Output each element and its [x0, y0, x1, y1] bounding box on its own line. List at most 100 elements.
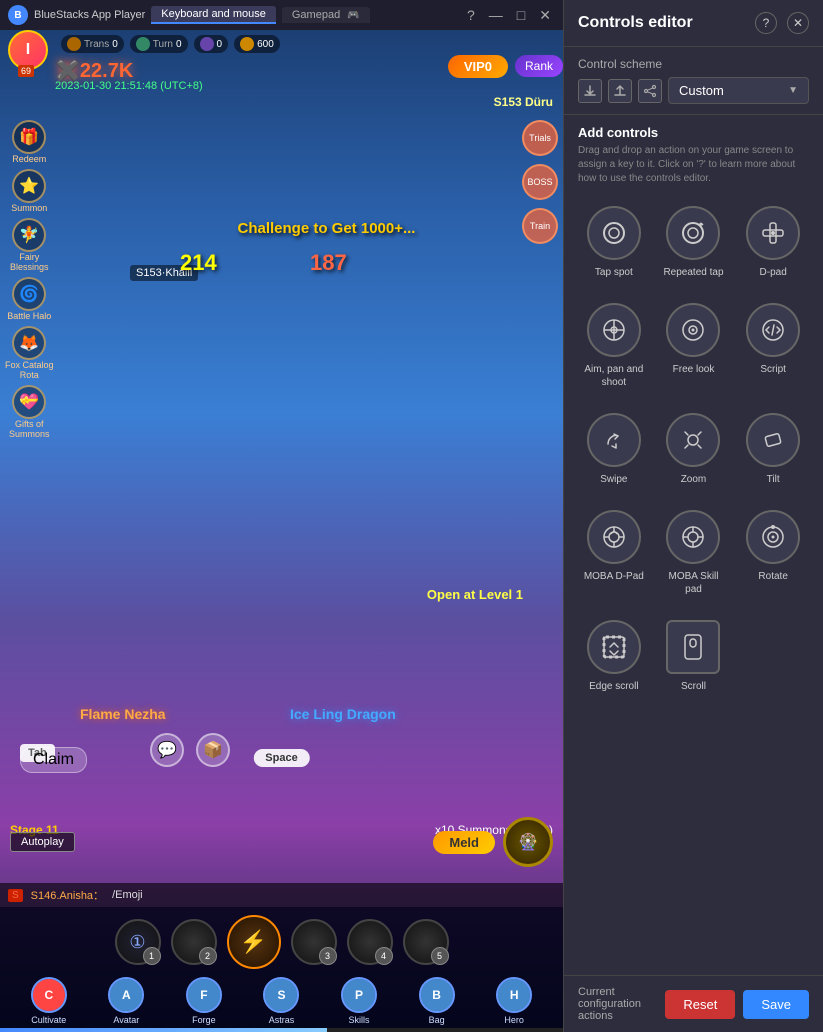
control-tap-spot[interactable]: Tap spot — [578, 198, 650, 287]
turn-resource: Turn 0 — [130, 35, 188, 53]
footer-label: Current configuration actions — [578, 986, 657, 1022]
space-key[interactable]: Space — [253, 749, 309, 767]
meld-button[interactable]: Meld — [433, 831, 495, 854]
hero-icon: H — [496, 977, 532, 1013]
edge-scroll-label: Edge scroll — [589, 680, 638, 693]
tab-keyboard[interactable]: Keyboard and mouse — [151, 6, 276, 24]
nav-skills[interactable]: P Skills — [341, 977, 377, 1025]
skill-4[interactable]: 4 — [347, 919, 393, 965]
share-icon[interactable] — [638, 79, 662, 103]
panel-header: Controls editor ? ✕ — [564, 0, 823, 47]
level-badge: 69 — [18, 65, 34, 77]
chat-server-label: S146.Anisha： — [31, 887, 104, 903]
skill-key-5: 5 — [431, 947, 449, 965]
battle-numbers2: 187 — [310, 250, 347, 276]
nav-cultivate[interactable]: C Cultivate — [31, 977, 67, 1025]
train-button[interactable]: Train — [522, 208, 558, 244]
nav-fairy-blessings[interactable]: 🧚 FairyBlessings — [5, 218, 54, 272]
control-moba-d-pad[interactable]: MOBA D-Pad — [578, 502, 650, 604]
gifts-icon: 💝 — [12, 385, 46, 419]
control-moba-skill-pad[interactable]: MOBA Skill pad — [658, 502, 730, 604]
avatar-icon: A — [108, 977, 144, 1013]
restore-button[interactable]: □ — [513, 7, 529, 23]
control-rotate[interactable]: Rotate — [737, 502, 809, 604]
tilt-label: Tilt — [767, 473, 780, 486]
zoom-label: Zoom — [681, 473, 707, 486]
close-panel-btn[interactable]: ✕ — [787, 12, 809, 34]
claim-button[interactable]: Claim — [20, 747, 87, 773]
skill-1[interactable]: ① 1 — [115, 919, 161, 965]
close-button[interactable]: ✕ — [535, 7, 555, 24]
ice-label: Ice Ling Dragon — [290, 706, 396, 722]
scheme-dropdown[interactable]: Custom ▼ — [668, 77, 809, 104]
cultivate-icon: C — [31, 977, 67, 1013]
control-zoom[interactable]: Zoom — [658, 405, 730, 494]
control-scroll[interactable]: Scroll — [658, 612, 730, 701]
app-name: BlueStacks App Player — [34, 9, 145, 21]
chat-icons: 💬 📦 — [150, 733, 230, 767]
chat-badge: S — [8, 889, 23, 902]
progress-fill — [0, 1028, 327, 1032]
nav-hero[interactable]: H Hero — [496, 977, 532, 1025]
avatar[interactable]: I — [8, 30, 48, 70]
mail-icon[interactable]: 📦 — [196, 733, 230, 767]
autoplay-button[interactable]: Autoplay — [10, 832, 75, 852]
help-button[interactable]: ? — [463, 7, 479, 23]
scroll-icon — [666, 620, 720, 674]
panel-header-icons: ? ✕ — [755, 12, 809, 34]
swipe-label: Swipe — [600, 473, 627, 486]
progress-bar — [0, 1028, 563, 1032]
battle-halo-icon: 🌀 — [12, 277, 46, 311]
control-free-look[interactable]: Free look — [658, 295, 730, 397]
claim-area: Claim — [20, 747, 87, 777]
tab-gamepad[interactable]: Gamepad 🎮 — [282, 7, 370, 23]
skills-label: Skills — [349, 1015, 370, 1025]
nav-fox-catalog[interactable]: 🦊 Fox CatalogRota — [5, 326, 54, 380]
control-aim-pan-shoot[interactable]: Aim, pan and shoot — [578, 295, 650, 397]
skill-5[interactable]: 5 — [403, 919, 449, 965]
control-repeated-tap[interactable]: Repeated tap — [658, 198, 730, 287]
footer-buttons: Reset Save — [665, 990, 809, 1019]
save-button[interactable]: Save — [743, 990, 809, 1019]
boss-button[interactable]: BOSS — [522, 164, 558, 200]
cultivate-label: Cultivate — [31, 1015, 66, 1025]
resource-bar: Trans 0 Turn 0 0 600 — [55, 30, 563, 58]
nav-bag[interactable]: B Bag — [419, 977, 455, 1025]
battle-numbers: 214 — [180, 250, 217, 276]
control-script[interactable]: Script — [737, 295, 809, 397]
free-look-label: Free look — [673, 363, 715, 376]
vip-button[interactable]: VIP0 — [448, 55, 508, 78]
trials-button[interactable]: Trials — [522, 120, 558, 156]
minimize-button[interactable]: — — [485, 7, 507, 23]
nav-redeem[interactable]: 🎁 Redeem — [5, 120, 54, 164]
nav-astras[interactable]: S Astras — [263, 977, 299, 1025]
control-swipe[interactable]: Swipe — [578, 405, 650, 494]
nav-battle-halo[interactable]: 🌀 Battle Halo — [5, 277, 54, 321]
help-icon-btn[interactable]: ? — [755, 12, 777, 34]
chat-icon[interactable]: 💬 — [150, 733, 184, 767]
app-logo: B — [8, 5, 28, 25]
skill-2[interactable]: 2 — [171, 919, 217, 965]
control-d-pad[interactable]: D-pad — [737, 198, 809, 287]
summon-icon: ⭐ — [12, 169, 46, 203]
nav-forge[interactable]: F Forge — [186, 977, 222, 1025]
panel-title: Controls editor — [578, 14, 693, 32]
skill-key-4: 4 — [375, 947, 393, 965]
repeated-tap-label: Repeated tap — [663, 266, 723, 279]
edge-scroll-icon — [587, 620, 641, 674]
moba-skill-pad-label: MOBA Skill pad — [662, 570, 726, 596]
control-tilt[interactable]: Tilt — [737, 405, 809, 494]
skill-3[interactable]: 3 — [291, 919, 337, 965]
nav-summon[interactable]: ⭐ Summon — [5, 169, 54, 213]
skill-main[interactable]: ⚡ — [227, 915, 281, 969]
control-edge-scroll[interactable]: Edge scroll — [578, 612, 650, 701]
rank-button[interactable]: Rank — [515, 55, 563, 77]
skills-icon: P — [341, 977, 377, 1013]
export-icon[interactable] — [608, 79, 632, 103]
nav-gifts[interactable]: 💝 Gifts ofSummons — [5, 385, 54, 439]
nav-avatar[interactable]: A Avatar — [108, 977, 144, 1025]
wheel-button[interactable]: 🎡 — [503, 817, 553, 867]
challenge-message: Challenge to Get 1000+... — [130, 220, 523, 238]
import-icon[interactable] — [578, 79, 602, 103]
reset-button[interactable]: Reset — [665, 990, 735, 1019]
